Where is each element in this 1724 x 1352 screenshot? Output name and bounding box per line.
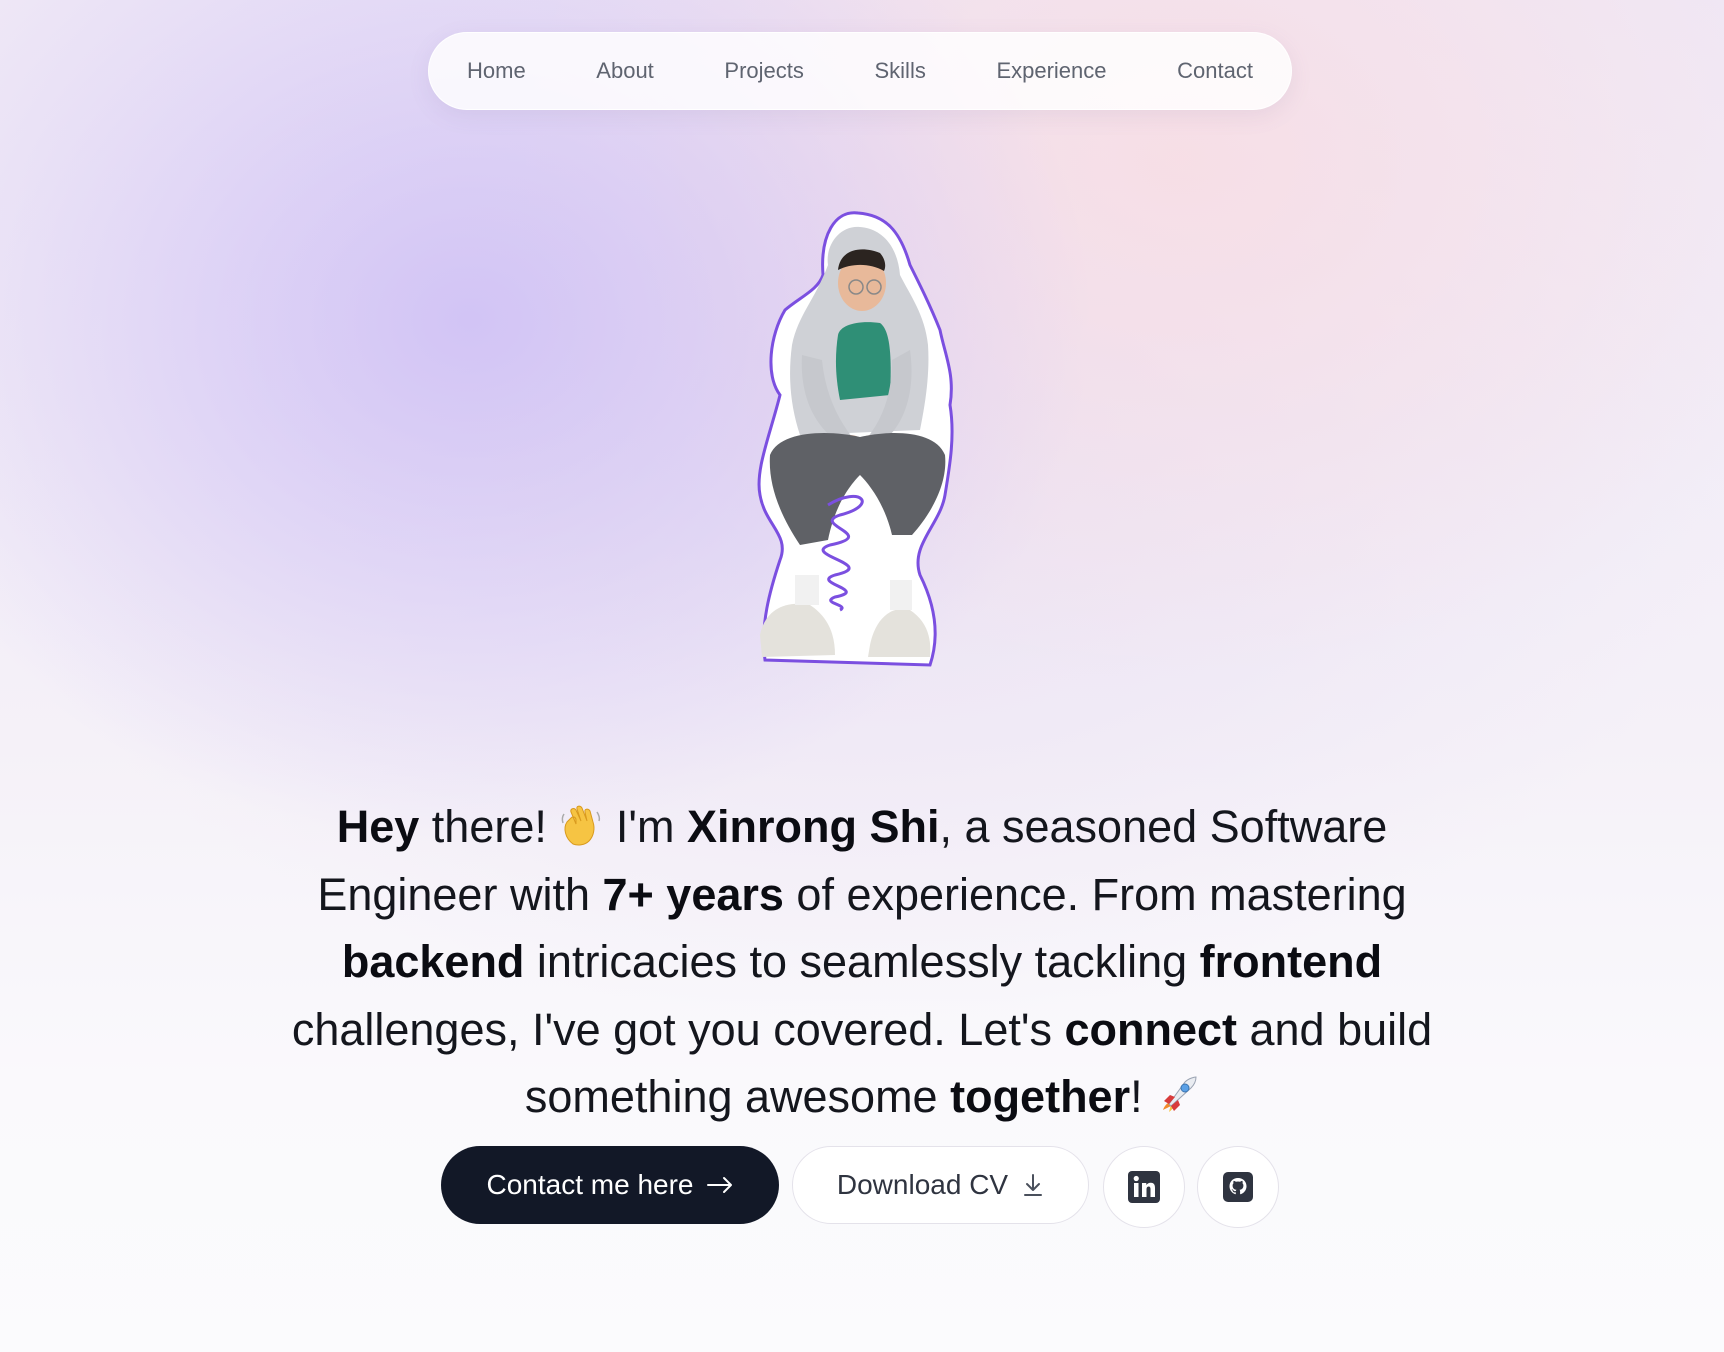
intro-paragraph: Hey there! I'm Xinrong Shi, a seasoned S… (250, 793, 1474, 1131)
portrait-photo (757, 211, 954, 667)
intro-im: I'm (603, 801, 687, 852)
intro-frontend: frontend (1199, 936, 1383, 987)
nav-experience[interactable]: Experience (996, 58, 1106, 84)
download-cv-button[interactable]: Download CV (792, 1146, 1089, 1224)
contact-me-button[interactable]: Contact me here (441, 1146, 779, 1224)
download-icon (1022, 1173, 1044, 1197)
intro-years: 7+ years (602, 868, 784, 920)
intro-backend: backend (341, 936, 525, 987)
nav-home[interactable]: Home (467, 58, 526, 84)
linkedin-button[interactable] (1103, 1146, 1185, 1228)
nav-skills[interactable]: Skills (875, 58, 926, 84)
arrow-right-icon (706, 1175, 734, 1195)
nav-projects[interactable]: Projects (724, 58, 803, 84)
nav-about[interactable]: About (596, 58, 654, 84)
rocket-icon (1155, 1069, 1199, 1113)
intro-of-exp: of experience. From mastering (783, 868, 1407, 920)
contact-me-label: Contact me here (486, 1169, 694, 1200)
intro-hey: Hey (336, 801, 420, 852)
intro-challenges: challenges, I've got you covered. Let's (291, 1003, 1065, 1055)
intro-together: together (950, 1071, 1131, 1122)
intro-name: Xinrong Shi (686, 801, 940, 852)
intro-connect: connect (1064, 1003, 1237, 1055)
nav-contact[interactable]: Contact (1177, 58, 1253, 84)
waving-hand-icon (559, 799, 603, 846)
intro-there: there! (419, 801, 560, 852)
intro-intricacies: intricacies to seamlessly tackling (524, 936, 1200, 987)
intro-bang: ! (1130, 1071, 1156, 1122)
linkedin-icon (1127, 1170, 1161, 1204)
github-icon (1223, 1172, 1253, 1202)
top-nav: Home About Projects Skills Experience Co… (428, 32, 1292, 110)
download-cv-label: Download CV (836, 1169, 1009, 1200)
github-button[interactable] (1197, 1146, 1279, 1228)
